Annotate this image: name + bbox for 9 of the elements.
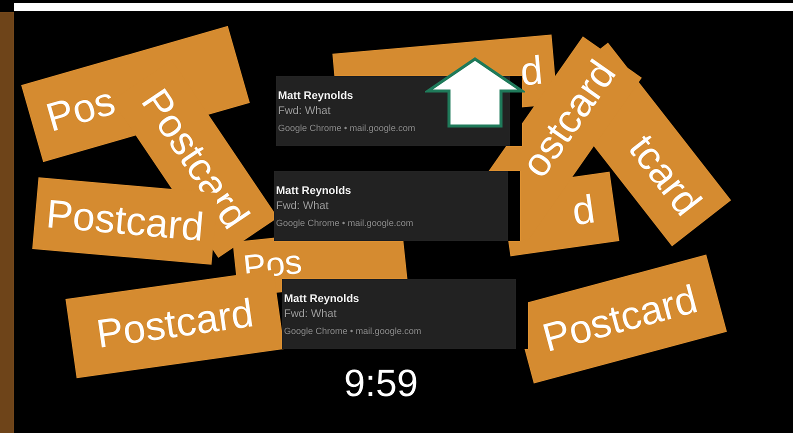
message-subject: Fwd: What: [284, 308, 338, 320]
message-subject: Fwd: What: [278, 105, 332, 117]
notification-card[interactable]: Matt Reynolds Fwd: What Google Chrome • mail.google.com: [282, 279, 528, 349]
message-subject: Fwd: What: [276, 200, 330, 212]
notification-source: Google Chrome • mail.google.com: [278, 123, 416, 133]
sender-name: Matt Reynolds: [276, 185, 352, 197]
notification-card[interactable]: Matt Reynolds Fwd: What Google Chrome • mail.google.com: [274, 171, 520, 241]
notification-source: Google Chrome • mail.google.com: [284, 326, 422, 336]
clock-time: 9:59: [344, 363, 418, 406]
